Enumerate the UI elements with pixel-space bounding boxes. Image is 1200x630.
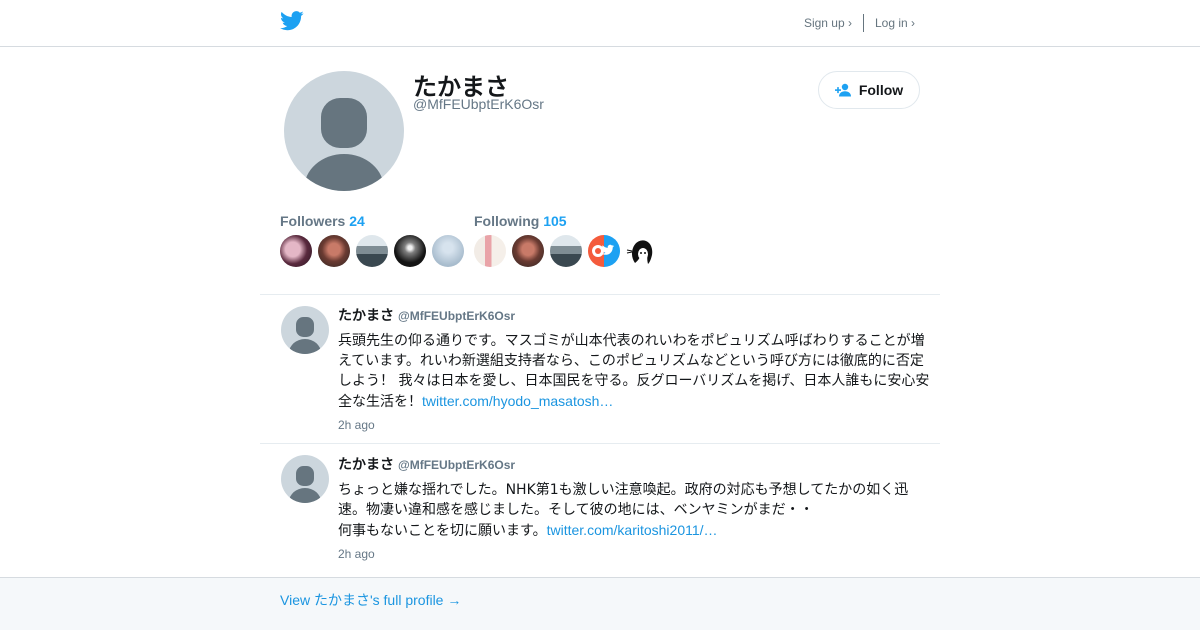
tweet-link[interactable]: twitter.com/hyodo_masatosh… (422, 393, 613, 409)
section-divider (260, 294, 940, 295)
following-avatar[interactable] (588, 235, 620, 267)
following-stat[interactable]: Following 105 (474, 213, 658, 229)
add-user-icon (834, 83, 851, 97)
follower-avatar[interactable] (318, 235, 350, 267)
manga-face-icon (626, 240, 653, 264)
followers-section: Followers 24 (280, 213, 464, 267)
profile-avatar[interactable] (284, 71, 404, 191)
tweet-text-line: ちょっと嫌な揺れでした。NHK第1も激しい注意喚起。政府の対応も予想してたかの如… (338, 482, 909, 498)
following-avatar[interactable] (474, 235, 506, 267)
tweet-timestamp[interactable]: 2h ago (338, 547, 932, 561)
tweet-author-handle[interactable]: @MfFEUbptErK6Osr (398, 309, 515, 323)
tweet-text-line: 全な生活を！ (338, 394, 422, 410)
tweet-text-line: 速。物凄い違和感を感じました。そして彼の地には、ベンヤミンがまだ・・ (338, 502, 814, 518)
tweet-header: たかまさ @MfFEUbptErK6Osr (338, 306, 932, 325)
following-avatar[interactable] (626, 235, 658, 267)
tweet-avatar[interactable] (281, 455, 329, 503)
profile-header: たかまさ @MfFEUbptErK6Osr Follow Followers 2… (280, 47, 920, 294)
tweet-header: たかまさ @MfFEUbptErK6Osr (338, 455, 932, 474)
tweet[interactable]: たかまさ @MfFEUbptErK6Osr 兵頭先生の仰る通りです。マスゴミが山本… (280, 306, 930, 432)
following-label: Following (474, 213, 540, 229)
tweet-text: ちょっと嫌な揺れでした。NHK第1も激しい注意喚起。政府の対応も予想してたかの如… (338, 480, 932, 541)
tweet-text-line: 何事もないことを切に願います。 (338, 523, 547, 539)
signup-link[interactable]: Sign up › (804, 16, 852, 30)
tweet-divider (260, 443, 940, 444)
twitter-bird-icon (592, 244, 614, 257)
tweet-author-handle[interactable]: @MfFEUbptErK6Osr (398, 458, 515, 472)
profile-handle: @MfFEUbptErK6Osr (413, 96, 544, 112)
tweet-author-name[interactable]: たかまさ (338, 457, 394, 473)
tweet-body: たかまさ @MfFEUbptErK6Osr 兵頭先生の仰る通りです。マスゴミが山本… (338, 306, 932, 432)
following-count: 105 (543, 213, 567, 229)
follower-avatar[interactable] (394, 235, 426, 267)
followers-count: 24 (349, 213, 365, 229)
follower-avatar[interactable] (432, 235, 464, 267)
link-divider (862, 14, 864, 32)
tweet-author-name[interactable]: たかまさ (338, 308, 394, 324)
tweet-text: 兵頭先生の仰る通りです。マスゴミが山本代表のれいわをポピュリズム呼ばわりすること… (338, 331, 932, 412)
tweet-text-line: 全な生活を！twitter.com/hyodo_masatosh… (338, 391, 932, 412)
follow-label: Follow (858, 82, 904, 98)
auth-links: Sign up › Log in › (804, 14, 915, 32)
default-avatar-icon (289, 466, 321, 503)
tweet-text-line: 兵頭先生の仰る通りです。マスゴミが山本代表のれいわをポピュリズム呼ばわりすること… (338, 333, 925, 349)
follower-avatar[interactable] (280, 235, 312, 267)
follow-button[interactable]: Follow (818, 71, 920, 109)
following-avatar[interactable] (550, 235, 582, 267)
full-profile-link[interactable]: View たかまさ's full profile → (280, 590, 461, 610)
twitter-bird-icon[interactable] (280, 11, 304, 31)
default-avatar-icon (289, 317, 321, 354)
followers-label: Followers (280, 213, 346, 229)
follower-avatar[interactable] (356, 235, 388, 267)
tweet-text-line: しよう！ 我々は日本を愛し、日本国民を守る。反グローバリズムを掲げ、日本人誰もに… (338, 373, 930, 389)
top-bar: Sign up › Log in › (0, 0, 1200, 47)
default-avatar-icon (304, 98, 384, 191)
following-avatar[interactable] (512, 235, 544, 267)
login-link[interactable]: Log in › (875, 16, 915, 30)
following-section: Following 105 (474, 213, 658, 267)
footer-bar: View たかまさ's full profile → (0, 577, 1200, 630)
following-avatar-list (474, 235, 658, 267)
followers-avatar-list (280, 235, 464, 267)
tweet-text-line: えています。れいわ新選組支持者なら、このポピュリズムなどという呼び方には徹底的に… (338, 353, 924, 369)
followers-stat[interactable]: Followers 24 (280, 213, 464, 229)
tweet[interactable]: たかまさ @MfFEUbptErK6Osr ちょっと嫌な揺れでした。NHK第1も激… (280, 455, 930, 563)
tweet-body: たかまさ @MfFEUbptErK6Osr ちょっと嫌な揺れでした。NHK第1も激… (338, 455, 932, 561)
tweet-text-line: 何事もないことを切に願います。twitter.com/karitoshi2011… (338, 520, 932, 541)
tweet-link[interactable]: twitter.com/karitoshi2011/… (547, 522, 718, 538)
tweet-avatar[interactable] (281, 306, 329, 354)
tweet-timestamp[interactable]: 2h ago (338, 418, 932, 432)
